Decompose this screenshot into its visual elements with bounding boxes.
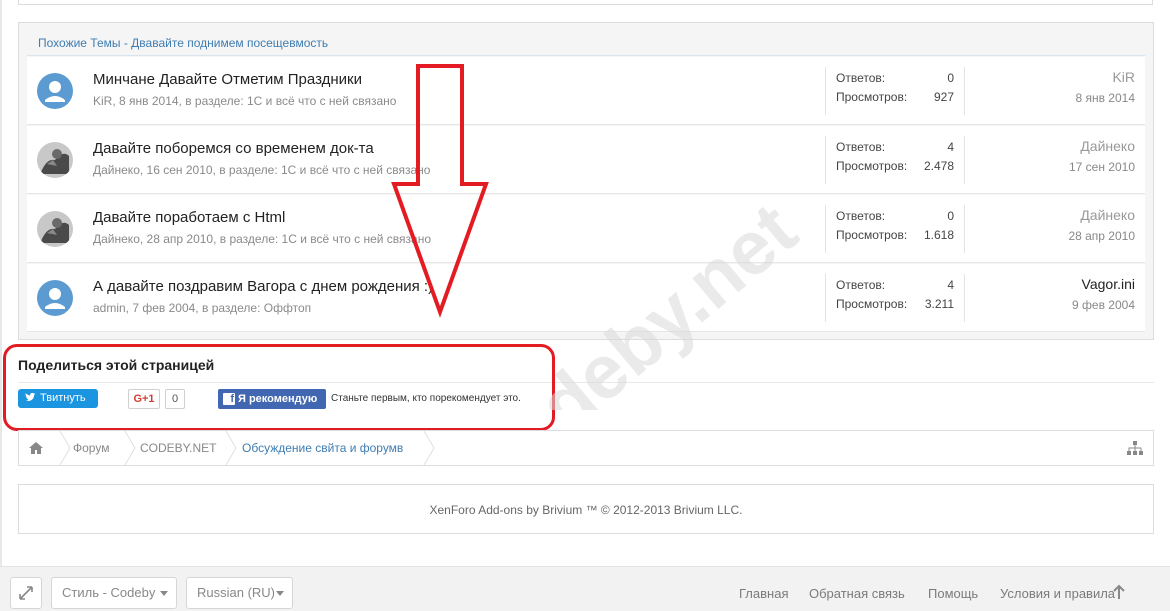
thread-stats: Ответов: 4 Просмотров: 2.478 [825, 136, 965, 184]
footer-link-home[interactable]: Главная [739, 586, 788, 601]
user-photo-icon [37, 142, 73, 178]
thread-row[interactable]: Минчане Давайте Отметим Праздники KiR, 8… [27, 57, 1145, 125]
previous-section-box [18, 0, 1153, 5]
thread-row[interactable]: А давайте поздравим Вагора с днем рожден… [27, 264, 1145, 332]
thread-row[interactable]: Давайте поработаем с Html Дайнеко, 28 ап… [27, 195, 1145, 263]
user-photo-icon [37, 211, 73, 247]
bottom-bar: Стиль - Codeby Russian (RU) Главная Обра… [0, 566, 1170, 611]
language-select[interactable]: Russian (RU) [186, 577, 293, 609]
last-post-date[interactable]: 8 янв 2014 [1075, 91, 1135, 105]
thread-stats: Ответов: 0 Просмотров: 1.618 [825, 205, 965, 253]
last-post-user[interactable]: Vagor.ini [1072, 276, 1135, 292]
thread-meta: Дайнеко, 28 апр 2010, в разделе: 1С и вс… [93, 232, 432, 246]
language-select-value: Russian (RU) [197, 585, 276, 600]
thread-meta: admin, 7 фев 2004, в разделе: Оффтоп [93, 301, 312, 315]
views-count: 3.211 [924, 297, 954, 311]
forum-page: Похожие Темы - Двавайте поднимем посещев… [0, 0, 1170, 611]
views-label: Просмотров: [836, 228, 908, 242]
avatar[interactable] [37, 73, 73, 109]
copyright[interactable]: XenForo Add-ons by Brivium ™ © 2012-2013… [19, 503, 1153, 517]
footer-link-feedback[interactable]: Обратная связь [809, 586, 905, 601]
left-edge [0, 0, 2, 566]
thread-title[interactable]: А давайте поздравим Вагора с днем рожден… [93, 278, 433, 295]
views-label: Просмотров: [836, 159, 908, 173]
replies-count: 0 [947, 71, 954, 85]
views-label: Просмотров: [836, 297, 908, 311]
thread-row[interactable]: Давайте поборемся со временем док-та Дай… [27, 126, 1145, 194]
user-icon [45, 288, 65, 309]
thread-title[interactable]: Давайте поборемся со временем док-та [93, 140, 374, 157]
breadcrumb-separator [124, 431, 136, 465]
breadcrumb-item[interactable]: Форум [73, 431, 109, 465]
views-count: 927 [933, 90, 954, 104]
similar-threads-panel: Похожие Темы - Двавайте поднимем посещев… [18, 22, 1154, 340]
last-post-date[interactable]: 9 фев 2004 [1072, 298, 1135, 312]
last-post: KiR 8 янв 2014 [1075, 69, 1135, 105]
breadcrumb-item[interactable]: Обсуждение свйта и форумв [242, 431, 403, 465]
breadcrumb: Форум CODEBY.NET Обсуждение свйта и фору… [18, 430, 1154, 466]
views-count: 2.478 [923, 159, 954, 173]
views-count: 1.618 [923, 228, 954, 242]
home-icon[interactable] [28, 441, 44, 455]
replies-label: Ответов: [836, 278, 886, 292]
style-select[interactable]: Стиль - Codeby [51, 577, 177, 609]
replies-label: Ответов: [836, 71, 886, 85]
replies-label: Ответов: [836, 140, 886, 154]
thread-stats: Ответов: 4 Просмотров: 3.211 [825, 274, 965, 322]
footer-box: XenForo Add-ons by Brivium ™ © 2012-2013… [18, 484, 1154, 534]
user-icon [45, 81, 65, 102]
last-post-date[interactable]: 17 сен 2010 [1069, 160, 1135, 174]
replies-count: 4 [947, 278, 954, 292]
last-post: Vagor.ini 9 фев 2004 [1072, 276, 1135, 312]
similar-threads-heading[interactable]: Похожие Темы - Двавайте поднимем посещев… [27, 30, 1145, 56]
expand-icon [19, 586, 33, 600]
avatar[interactable] [37, 211, 73, 247]
breadcrumb-separator [59, 431, 71, 465]
last-post: Дайнеко 28 апр 2010 [1068, 207, 1135, 243]
last-post-user[interactable]: Дайнеко [1069, 138, 1135, 154]
footer-link-help[interactable]: Помощь [928, 586, 978, 601]
thread-meta: Дайнеко, 16 сен 2010, в разделе: 1С и вс… [93, 163, 431, 177]
breadcrumb-separator [423, 431, 435, 465]
avatar[interactable] [37, 142, 73, 178]
arrow-up-icon[interactable] [1112, 584, 1126, 600]
views-label: Просмотров: [836, 90, 908, 104]
avatar[interactable] [37, 280, 73, 316]
sitemap-icon[interactable] [1127, 441, 1143, 455]
breadcrumb-separator [225, 431, 237, 465]
replies-count: 4 [947, 140, 954, 154]
style-select-value: Стиль - Codeby [62, 585, 156, 600]
thread-meta: KiR, 8 янв 2014, в разделе: 1С и всё что… [93, 94, 397, 108]
thread-title[interactable]: Минчане Давайте Отметим Праздники [93, 71, 362, 88]
thread-stats: Ответов: 0 Просмотров: 927 [825, 67, 965, 115]
footer-link-terms[interactable]: Условия и правила [1000, 586, 1115, 601]
highlight-frame [3, 344, 555, 431]
thread-title[interactable]: Давайте поработаем с Html [93, 209, 285, 226]
expand-button[interactable] [10, 577, 42, 609]
chevron-down-icon [276, 591, 284, 596]
last-post-user[interactable]: KiR [1075, 69, 1135, 85]
last-post: Дайнеко 17 сен 2010 [1069, 138, 1135, 174]
breadcrumb-item[interactable]: CODEBY.NET [140, 431, 216, 465]
last-post-date[interactable]: 28 апр 2010 [1068, 229, 1135, 243]
replies-count: 0 [947, 209, 954, 223]
replies-label: Ответов: [836, 209, 886, 223]
last-post-user[interactable]: Дайнеко [1068, 207, 1135, 223]
chevron-down-icon [160, 591, 168, 596]
